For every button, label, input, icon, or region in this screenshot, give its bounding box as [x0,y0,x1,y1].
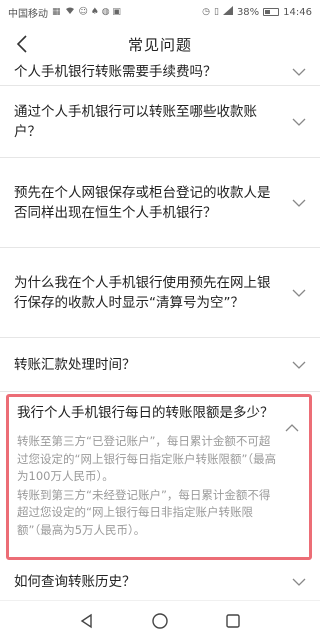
alarm-icon: ◷ [202,6,210,17]
faq-question: 转账汇款处理时间？ [14,356,136,373]
carrier-label: 中国移动 [8,8,48,20]
chevron-down-icon [292,118,306,126]
battery-icon [263,8,280,16]
page-title: 常见问题 [127,35,192,54]
chevron-down-icon [292,199,306,207]
faq-item[interactable]: 为什么我在个人手机银行使用预先在网上银行保存的收款人时显示“清算号为空”？ [0,248,320,338]
wifi-icon [65,6,75,18]
faq-question: 个人手机银行转账需要手续费吗？ [14,64,217,80]
battery-percent: 38% [236,6,260,18]
faq-answer-paragraph: 转账至第三方“已登记账户”，每日累计金额不可超过您设定的“网上银行每日指定账户转… [17,434,277,483]
faq-item[interactable]: 转账汇款处理时间？ [0,338,320,392]
faq-question: 通过个人手机银行可以转账至哪些收款账户？ [14,103,257,140]
chevron-down-icon [292,289,306,297]
chevron-up-icon[interactable] [285,421,299,435]
notification-icons: ☺ ♠ ◍ ▣ [78,6,121,17]
faq-item-expanded[interactable]: 我行个人手机银行每日的转账限额是多少？ 转账至第三方“已登记账户”，每日累计金额… [6,394,312,560]
faq-answer-paragraph: 转账到第三方“未经登记账户”，每日累计金额不得超过您设定的“网上银行每日非指定账… [17,487,271,537]
chevron-down-icon [292,361,306,369]
vibrate-icon: ▯ [213,6,219,17]
home-circle-icon [152,612,168,629]
faq-question: 预先在个人网银保存或柜台登记的收款人是否同样出现在恒生个人手机银行？ [14,184,271,221]
chevron-down-icon [292,68,306,76]
back-button[interactable] [8,30,36,58]
faq-question: 为什么我在个人手机银行使用预先在网上银行保存的收款人时显示“清算号为空”？ [14,274,271,311]
faq-item[interactable]: 如何查询转账历史？ [0,560,320,600]
faq-question: 我行个人手机银行每日的转账限额是多少？ [17,405,274,421]
back-triangle-icon [80,613,92,628]
system-nav-bar [0,600,320,640]
nav-recents-button[interactable] [221,609,245,633]
faq-item[interactable]: 通过个人手机银行可以转账至哪些收款账户？ [0,86,320,158]
chevron-down-icon [292,578,306,586]
faq-answer: 转账至第三方“已登记账户”，每日累计金额不可超过您设定的“网上银行每日指定账户转… [17,433,277,540]
chevron-left-icon [16,35,27,53]
nav-home-button[interactable] [148,609,172,633]
sim-icon: ▦ [52,6,61,17]
status-bar: 中国移动 ▦ ☺ ♠ ◍ ▣ ◷ ▯ 38% 14:46 [0,0,320,24]
app-header: 常见问题 [0,24,320,64]
faq-item[interactable]: 个人手机银行转账需要手续费吗？ [0,64,320,86]
faq-question: 如何查询转账历史？ [14,574,136,590]
faq-item[interactable]: 预先在个人网银保存或柜台登记的收款人是否同样出现在恒生个人手机银行？ [0,158,320,248]
signal-icon [222,6,233,18]
nav-back-button[interactable] [75,609,99,633]
recents-square-icon [226,613,241,628]
faq-list: 个人手机银行转账需要手续费吗？ 通过个人手机银行可以转账至哪些收款账户？ 预先在… [0,64,320,600]
clock-time: 14:46 [283,6,312,18]
